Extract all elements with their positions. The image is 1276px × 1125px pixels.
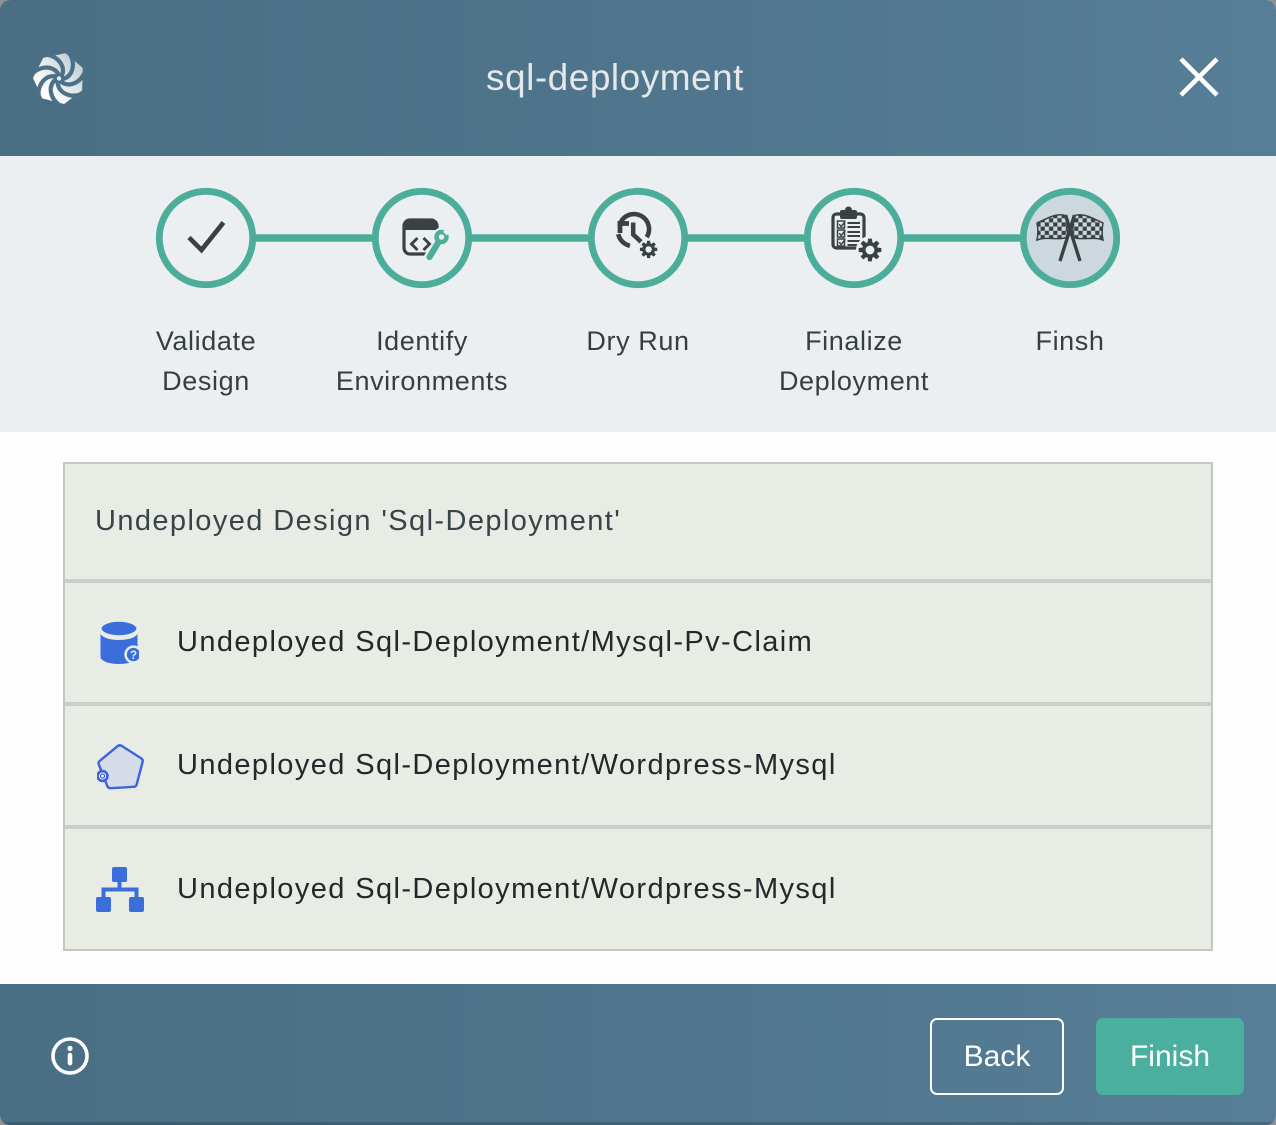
svg-text:?: ? xyxy=(130,650,137,662)
